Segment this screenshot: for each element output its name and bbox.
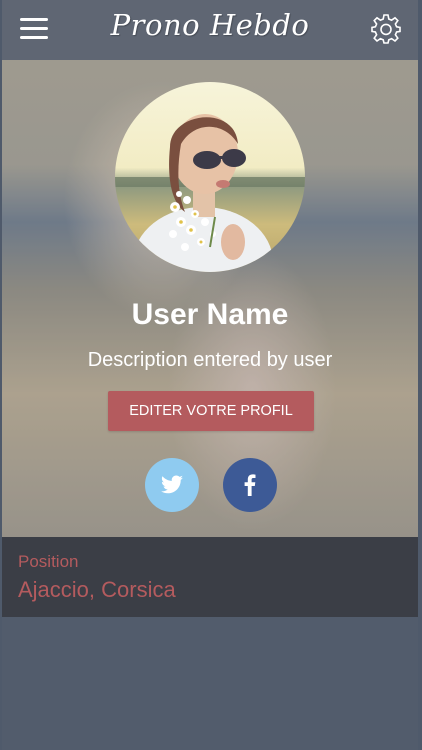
content-area — [2, 617, 418, 750]
location-value: Ajaccio, Corsica — [18, 577, 176, 602]
location-label: Position — [18, 552, 79, 571]
avatar[interactable] — [115, 82, 305, 272]
profile-hero: User Name Description entered by user ED… — [2, 60, 418, 537]
location-panel: Position Ajaccio, Corsica — [2, 537, 418, 617]
twitter-icon[interactable] — [145, 458, 199, 512]
top-bar: Prono Hebdo — [2, 0, 418, 60]
app-title: Prono Hebdo — [110, 8, 310, 42]
gear-icon[interactable] — [370, 13, 402, 45]
user-description: Description entered by user — [87, 349, 333, 371]
user-name: User Name — [131, 298, 289, 331]
app-screen: Prono Hebdo User Name Description entere… — [2, 0, 418, 750]
facebook-icon[interactable] — [223, 458, 277, 512]
edit-profile-button[interactable]: EDITER VOTRE PROFIL — [108, 391, 314, 431]
